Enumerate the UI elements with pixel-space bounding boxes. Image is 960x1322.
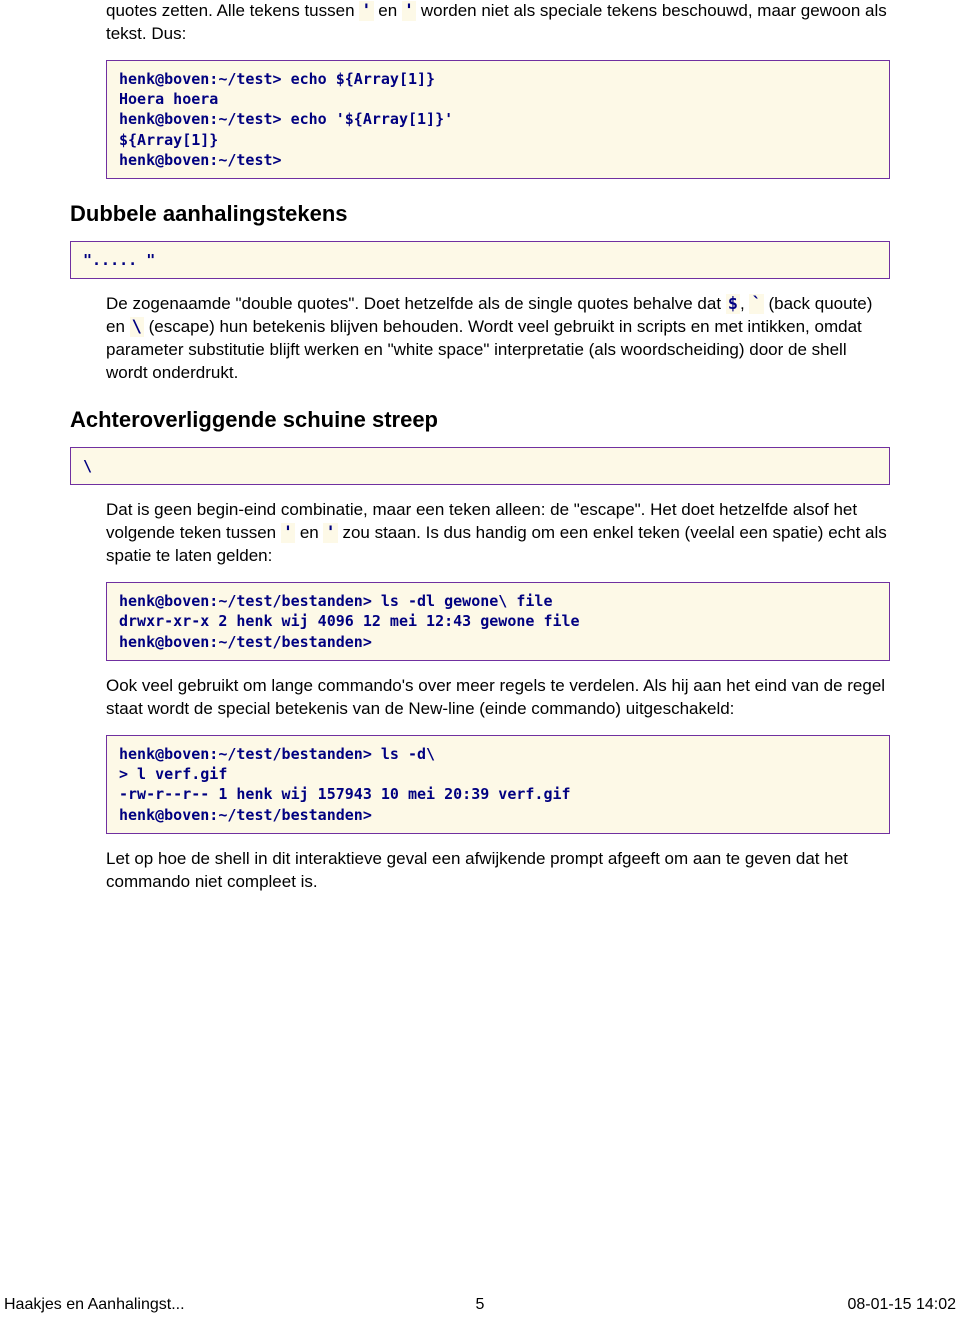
single-quote-char: ' <box>323 523 337 543</box>
paragraph-let-op: Let op hoe de shell in dit interaktieve … <box>106 848 890 894</box>
document-page: quotes zetten. Alle tekens tussen ' en '… <box>0 0 960 1322</box>
footer-page-number: 5 <box>476 1296 485 1314</box>
single-quote-char: ' <box>281 523 295 543</box>
heading-schuine-streep: Achteroverliggende schuine streep <box>70 407 890 433</box>
single-quote-char: ' <box>359 1 373 21</box>
text: en <box>295 523 323 542</box>
paragraph-escape: Dat is geen begin-eind combinatie, maar … <box>106 499 890 568</box>
heading-dubbele-aanhalingstekens: Dubbele aanhalingstekens <box>70 201 890 227</box>
page-footer: Haakjes en Aanhalingst... 5 08-01-15 14:… <box>0 1296 960 1314</box>
paragraph-double-quotes: De zogenaamde "double quotes". Doet hetz… <box>106 293 890 385</box>
paragraph-ook-veel: Ook veel gebruikt om lange commando's ov… <box>106 675 890 721</box>
code-block-backslash: \ <box>70 447 890 485</box>
text: quotes zetten. Alle tekens tussen <box>106 1 359 20</box>
backtick-char: ` <box>749 294 763 314</box>
dollar-char: $ <box>726 294 740 314</box>
footer-timestamp: 08-01-15 14:02 <box>847 1296 956 1314</box>
text: en <box>374 1 402 20</box>
text: (escape) hun betekenis blijven behouden.… <box>106 317 862 382</box>
text: De zogenaamde "double quotes". Doet hetz… <box>106 294 726 313</box>
code-block-array-echo: henk@boven:~/test> echo ${Array[1]} Hoer… <box>106 60 890 179</box>
backslash-char: \ <box>130 317 144 337</box>
intro-paragraph: quotes zetten. Alle tekens tussen ' en '… <box>106 0 890 46</box>
footer-title: Haakjes en Aanhalingst... <box>4 1296 185 1314</box>
single-quote-char: ' <box>402 1 416 21</box>
code-block-double-quotes: "..... " <box>70 241 890 279</box>
code-block-ls-multiline: henk@boven:~/test/bestanden> ls -d\ > l … <box>106 735 890 834</box>
code-block-ls-file: henk@boven:~/test/bestanden> ls -dl gewo… <box>106 582 890 661</box>
